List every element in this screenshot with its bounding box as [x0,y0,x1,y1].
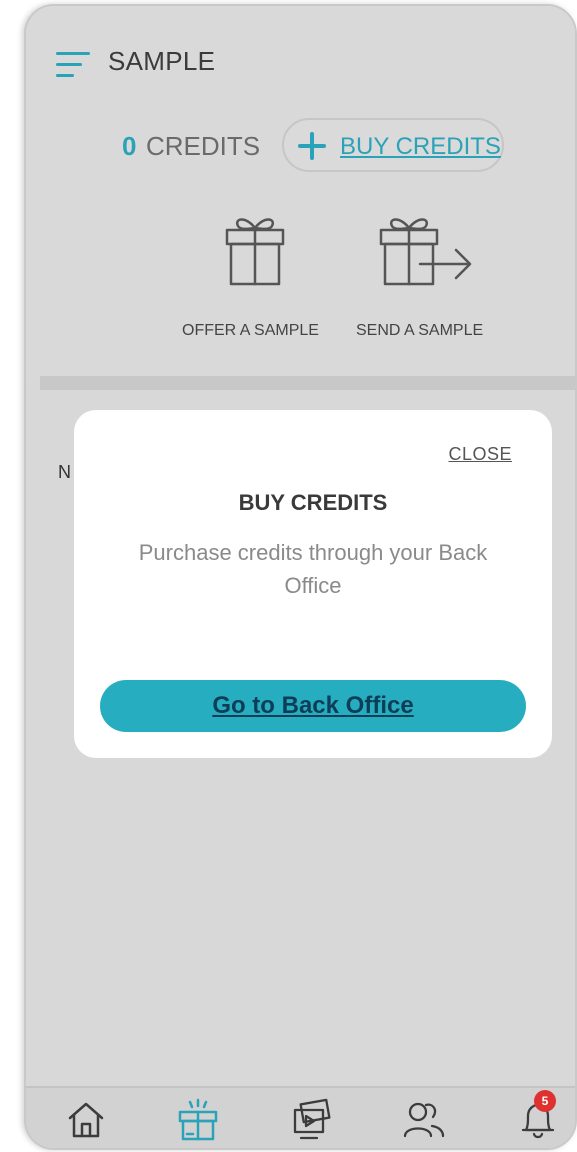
sample-gift-icon [178,1098,218,1141]
credits-row: 0 CREDITS BUY CREDITS [26,116,575,174]
nav-media[interactable] [290,1098,334,1142]
gift-send-icon [379,218,472,286]
app-screen: SAMPLE 0 CREDITS BUY CREDITS OFFER A SAM… [26,6,575,1148]
menu-icon[interactable] [56,52,90,78]
bottom-nav: 5 [26,1086,575,1148]
go-to-back-office-button[interactable]: Go to Back Office [100,680,526,732]
media-icon [293,1098,331,1140]
gift-icon [225,218,285,286]
credits-label: CREDITS [146,131,261,161]
obscured-text: N [58,462,71,482]
home-icon [68,1102,104,1138]
close-button[interactable]: CLOSE [448,444,512,465]
offer-sample-button[interactable] [224,212,286,288]
nav-contacts[interactable] [402,1098,446,1142]
buy-credits-dialog: CLOSE BUY CREDITS Purchase credits throu… [74,410,552,758]
device-frame: SAMPLE 0 CREDITS BUY CREDITS OFFER A SAM… [24,4,577,1150]
credits-count: 0 [122,131,137,161]
buy-credits-label: BUY CREDITS [340,133,501,160]
nav-home[interactable] [64,1098,108,1142]
header: SAMPLE 0 CREDITS BUY CREDITS OFFER A SAM… [26,6,575,378]
dialog-message: Purchase credits through your Back Offic… [138,540,488,598]
nav-notifications[interactable]: 5 [516,1090,560,1142]
page-title: SAMPLE [108,46,216,76]
plus-icon [298,132,326,160]
section-divider [40,376,575,390]
send-sample-label: SEND A SAMPLE [356,322,484,339]
send-sample-button[interactable] [378,212,474,288]
dialog-title: BUY CREDITS [238,490,388,515]
notification-badge: 5 [534,1090,556,1112]
nav-samples[interactable] [176,1098,220,1142]
offer-sample-label: OFFER A SAMPLE [182,322,319,339]
people-icon [403,1102,445,1138]
buy-credits-button[interactable]: BUY CREDITS [282,118,504,172]
